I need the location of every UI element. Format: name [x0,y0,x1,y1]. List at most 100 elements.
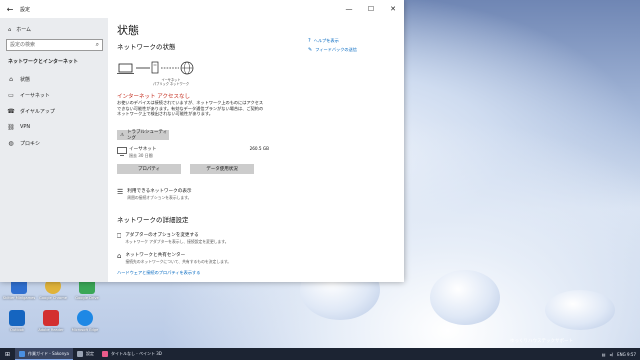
network-diagram-svg [117,61,194,75]
network-diagram: イーサネット パブリック ネットワーク [117,58,237,96]
volume-tray-icon: ◂) [609,351,614,357]
sidebar-home[interactable]: ⌂ ホーム [8,26,32,34]
desktop-icon-label: Skitter Minigames [2,296,36,300]
taskbar-item-guide[interactable]: 作業ガイド - Sakonya [15,348,73,360]
sidebar-item-label: イーサネット [20,93,50,99]
help-icon: ? [308,38,311,44]
window-title: 設定 [20,6,31,13]
properties-button[interactable]: プロパティ [117,164,181,174]
globe-icon [180,61,194,75]
adobe-icon [43,310,59,326]
taskbar-item-label: タイトルなし - ペイント 3D [110,351,162,356]
show-networks-sub: 周囲の接続オプションを表示します。 [127,195,192,200]
feedback-link[interactable]: ✎ フィードバックの送信 [308,47,357,53]
window-controls: — ☐ ✕ [338,0,404,18]
vpn-icon: ⛓ [7,123,15,131]
ethernet-icon [117,147,127,156]
troubleshoot-label: トラブルシューティング [127,130,168,141]
desktop-icon-label: Google Drive [75,296,99,300]
start-button[interactable]: ⊞ [0,348,15,360]
sidebar-item-status[interactable]: ⌂ 状態 [8,76,30,83]
desktop-icon-label: Adobe Reader [38,328,64,332]
sidebar-home-label: ホーム [16,27,32,33]
desktop-icon-label: Outlook [10,328,24,332]
ethernet-icon: ▭ [8,92,14,99]
related-links: ? ヘルプを表示 ✎ フィードバックの送信 [308,38,357,56]
back-button[interactable]: ← [0,0,20,18]
edge-icon [77,310,93,326]
snow-mound [545,290,615,330]
desktop-icon-label: Google Chrome [39,296,67,300]
tray-clock: ENG 9:57 [617,351,636,357]
close-button[interactable]: ✕ [382,0,404,18]
data-usage-button[interactable]: データ使用状況 [190,164,254,174]
search-placeholder: 設定の検索 [10,42,36,48]
feedback-icon: ✎ [308,47,313,53]
sharing-sub: 接続先のネットワークについて、共有するものを決定します。 [125,259,232,264]
snow-mound [430,270,500,325]
desktop-icon-outlook[interactable]: Outlook [0,310,34,332]
taskbar-item-label: 作業ガイド - Sakonya [28,350,69,356]
app-icon [19,350,26,357]
maximize-button[interactable]: ☐ [360,0,382,18]
sidebar-item-ethernet[interactable]: ▭ イーサネット [8,92,50,99]
network-tray-icon: ▤ [601,351,606,357]
sidebar-section-title: ネットワークとインターネット [8,59,79,65]
ethernet-name: イーサネット [129,147,157,152]
sidebar-item-vpn[interactable]: ⛓ VPN [7,123,31,131]
warning-icon: ⚠ [120,132,125,138]
network-status-heading: ネットワークの状態 [117,43,176,51]
show-networks-title: 利用できるネットワークの表示 [127,189,192,194]
sharing-title: ネットワークと共有センター [125,253,186,258]
help-link-label: ヘルプを表示 [313,38,339,43]
adapter-title: アダプターのオプションを変更する [125,233,199,238]
diagram-label: イーサネット パブリック ネットワーク [147,78,195,86]
adapter-icon: ⎕ [117,232,122,240]
network-list-icon: ☰ [117,188,124,196]
gear-icon [76,351,83,357]
minimize-button[interactable]: — [338,0,360,18]
main-content: 状態 ネットワークの状態 イーサネット パブリック ネットワーク インターネット… [108,18,404,282]
settings-window: ← 設定 — ☐ ✕ ⌂ ホーム 設定の検索 ⌕ ネットワークとインターネット … [0,0,404,282]
sharing-icon: ⌂ [117,252,122,260]
troubleshoot-button[interactable]: ⚠ トラブルシューティング [117,130,169,141]
title-bar: ← 設定 — ☐ ✕ [0,0,404,18]
sidebar-item-label: ダイヤルアップ [20,109,55,115]
ethernet-usage-row: イーサネット 過去 30 日間 260.5 GB [117,145,269,165]
system-tray[interactable]: ▤ ◂) ENG 9:57 [602,348,640,360]
sidebar: ⌂ ホーム 設定の検索 ⌕ ネットワークとインターネット ⌂ 状態 ▭ イーサネ… [0,18,108,282]
globe-icon: ◍ [8,140,14,147]
sidebar-item-proxy[interactable]: ◍ プロキシ [8,140,40,147]
sidebar-item-label: VPN [20,124,31,130]
ethernet-bytes: 260.5 GB [249,146,269,151]
page-title: 状態 [117,24,139,37]
taskbar: ⊞ 作業ガイド - Sakonya 設定 タイトルなし - ペイント 3D ▤ … [0,348,640,360]
home-icon: ⌂ [8,26,12,33]
home-status-icon: ⌂ [9,76,13,83]
taskbar-item-paint3d[interactable]: タイトルなし - ペイント 3D [98,348,166,360]
paint3d-icon [101,351,108,357]
outlook-icon [9,310,25,326]
ethernet-time: 過去 30 日間 [129,153,153,158]
feedback-link-label: フィードバックの送信 [315,47,357,52]
warning-title: インターネット アクセスなし [117,94,190,100]
help-link[interactable]: ? ヘルプを表示 [308,38,357,44]
sidebar-item-label: 状態 [20,77,31,83]
search-input[interactable]: 設定の検索 ⌕ [6,39,103,51]
desktop-icon-edge[interactable]: Microsoft Edge [68,310,102,332]
show-networks-link[interactable]: ☰ 利用できるネットワークの表示 周囲の接続オプションを表示します。 [117,188,192,201]
taskbar-item-label: 設定 [85,351,94,356]
router-icon [151,61,159,74]
taskbar-item-settings[interactable]: 設定 [73,348,98,360]
desktop-icon-adobe[interactable]: Adobe Reader [34,310,68,332]
sharing-center-link[interactable]: ⌂ ネットワークと共有センター 接続先のネットワークについて、共有するものを決定… [117,252,231,265]
advanced-settings-heading: ネットワークの詳細設定 [117,216,189,224]
sidebar-item-dialup[interactable]: ☎ ダイヤルアップ [7,108,55,115]
adapter-sub: ネットワーク アダプターを表示し、接続設定を変更します。 [125,239,229,244]
hardware-properties-link[interactable]: ハードウェアと接続のプロパティを表示する [117,270,200,276]
warning-body: お使いのデバイスは接続されていますが、ネットワーク上のものにはアクセスできない可… [117,100,264,117]
diagram-label-line2: パブリック ネットワーク [152,82,190,86]
adapter-options-link[interactable]: ⎕ アダプターのオプションを変更する ネットワーク アダプターを表示し、接続設定… [117,232,229,245]
wallpaper-watermark: ゆっくりハウステックサポート [510,339,573,344]
sidebar-item-label: プロキシ [20,141,41,147]
